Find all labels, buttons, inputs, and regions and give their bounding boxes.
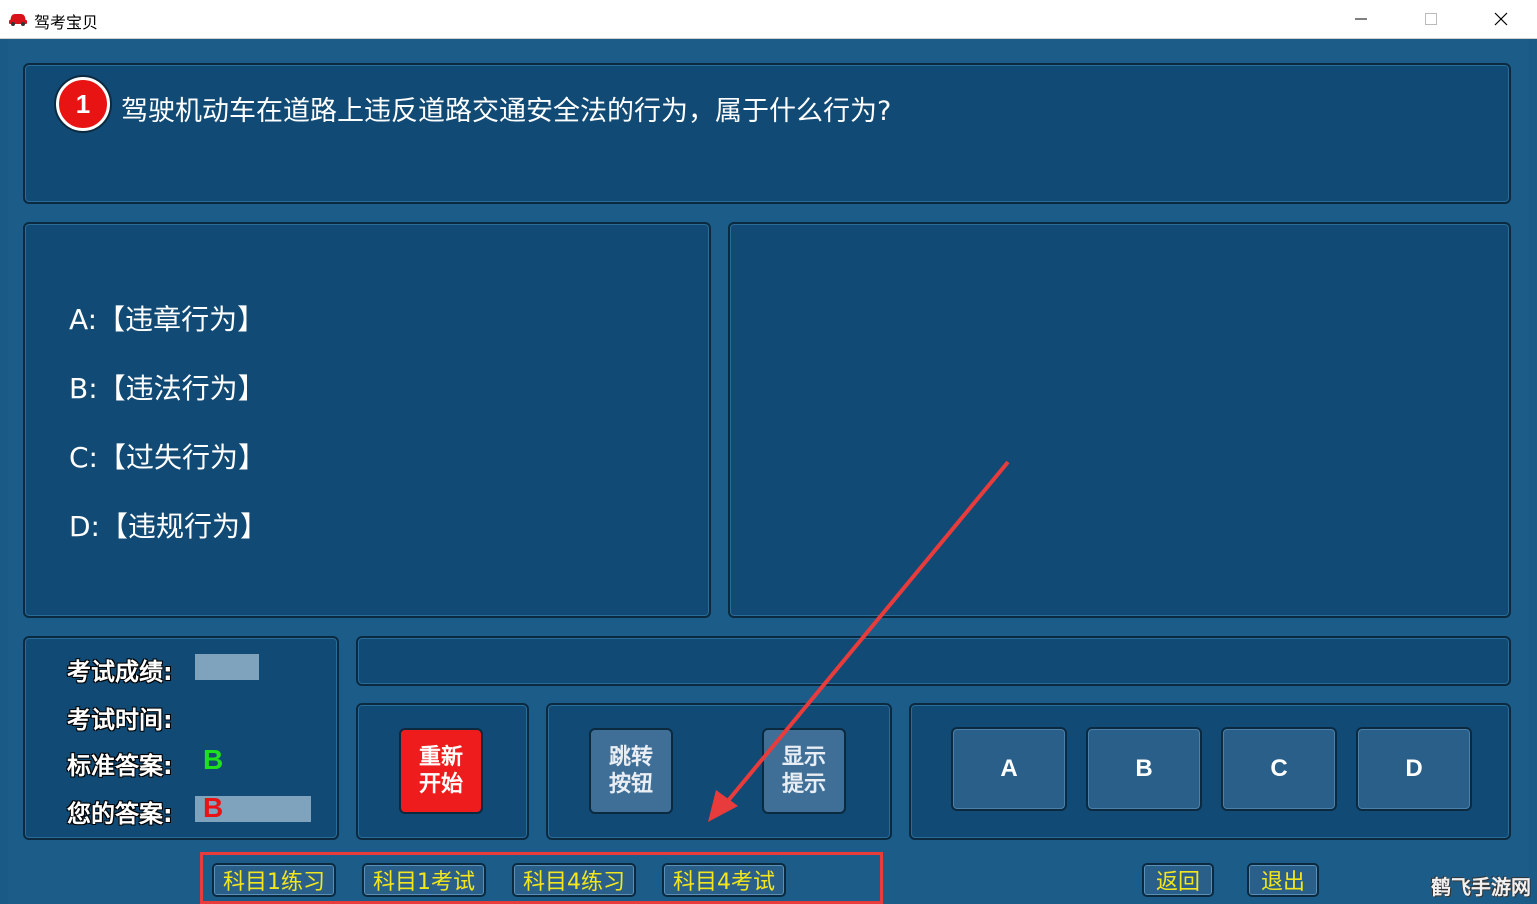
answer-buttons-panel: A B C D xyxy=(909,703,1511,840)
score-value-box xyxy=(195,654,259,680)
exit-button[interactable]: 退出 xyxy=(1247,863,1319,897)
restart-button[interactable]: 重新 开始 xyxy=(399,728,483,814)
jump-label-line1: 跳转 xyxy=(608,745,653,770)
close-button[interactable] xyxy=(1466,0,1536,38)
standard-answer-value: B xyxy=(203,744,224,775)
time-label: 考试时间: xyxy=(67,706,173,734)
your-answer-label: 您的答案: xyxy=(67,800,173,828)
watermark-logo: 鹤飞手游网 xyxy=(1431,875,1531,899)
options-panel: A:【违章行为】 B:【违法行为】 C:【过失行为】 D:【违规行为】 xyxy=(23,222,711,618)
hint-label-line1: 显示 xyxy=(781,745,826,770)
option-b[interactable]: B:【违法行为】 xyxy=(69,367,266,407)
annotation-highlight-box xyxy=(200,852,883,904)
jump-hint-panel: 跳转 按钮 显示 提示 xyxy=(546,703,892,840)
answer-button-c[interactable]: C xyxy=(1221,727,1337,811)
question-image-panel xyxy=(728,222,1511,618)
back-button[interactable]: 返回 xyxy=(1142,863,1214,897)
result-info-panel: 考试成绩: 考试时间: 标准答案: B 您的答案: B xyxy=(23,636,339,840)
restart-label-line1: 重新 xyxy=(418,745,463,770)
standard-answer-label: 标准答案: xyxy=(67,752,173,780)
question-number-badge: 1 xyxy=(56,77,110,131)
restart-panel: 重新 开始 xyxy=(356,703,529,840)
option-a[interactable]: A:【违章行为】 xyxy=(69,298,265,338)
maximize-icon xyxy=(1425,13,1437,25)
minimize-icon xyxy=(1355,18,1367,20)
maximize-button[interactable] xyxy=(1396,0,1466,38)
show-hint-button[interactable]: 显示 提示 xyxy=(762,728,846,814)
restart-label-line2: 开始 xyxy=(418,772,463,797)
score-label: 考试成绩: xyxy=(67,658,173,686)
close-icon xyxy=(1494,12,1508,26)
answer-button-d[interactable]: D xyxy=(1356,727,1472,811)
answer-button-b[interactable]: B xyxy=(1086,727,1202,811)
jump-button[interactable]: 跳转 按钮 xyxy=(589,728,673,814)
question-text: 驾驶机动车在道路上违反道路交通安全法的行为，属于什么行为? xyxy=(121,96,892,127)
answer-button-a[interactable]: A xyxy=(951,727,1067,811)
window-title: 驾考宝贝 xyxy=(34,13,99,32)
question-panel: 1 驾驶机动车在道路上违反道路交通安全法的行为，属于什么行为? xyxy=(23,63,1511,204)
jump-label-line2: 按钮 xyxy=(608,772,653,797)
app-client-area: 1 驾驶机动车在道路上违反道路交通安全法的行为，属于什么行为? A:【违章行为】… xyxy=(8,39,1529,904)
car-icon xyxy=(9,14,27,26)
your-answer-value: B xyxy=(203,792,224,823)
title-bar: 驾考宝贝 xyxy=(0,0,1537,39)
option-c[interactable]: C:【过失行为】 xyxy=(69,436,266,476)
status-bar-panel xyxy=(356,636,1511,686)
hint-label-line2: 提示 xyxy=(781,772,826,797)
minimize-button[interactable] xyxy=(1326,0,1396,38)
option-d[interactable]: D:【违规行为】 xyxy=(69,505,268,545)
